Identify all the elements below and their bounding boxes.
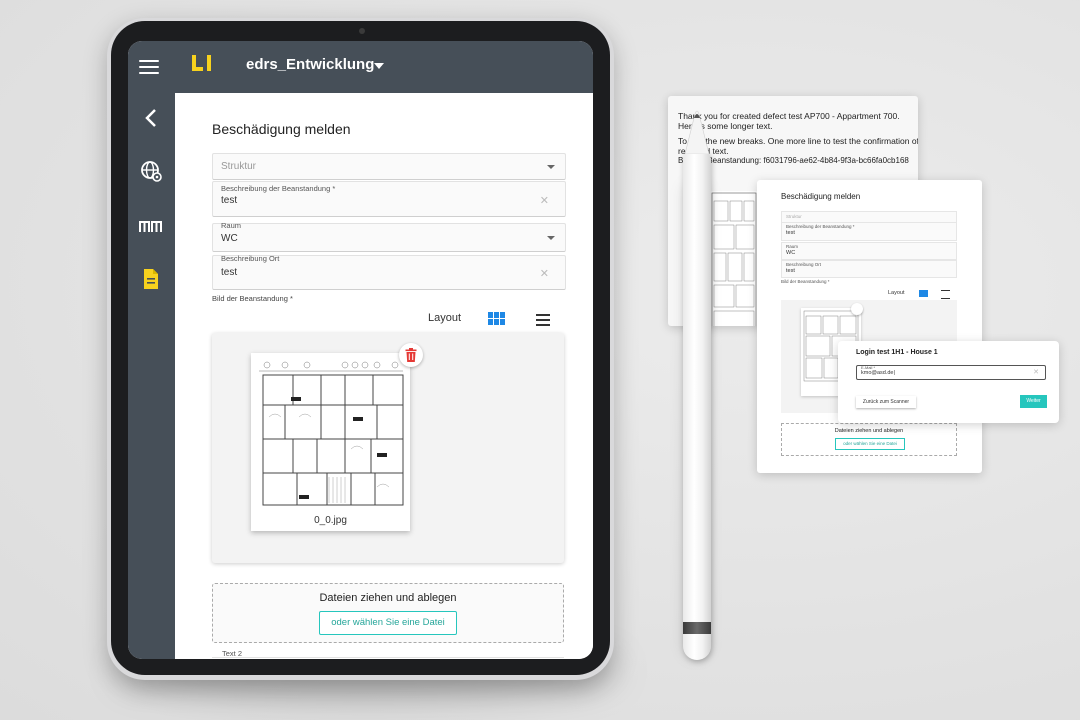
mini-struktur-placeholder: Struktur	[786, 214, 802, 219]
tablet-device: edrs_Entwicklung Beschädigung melden Str…	[107, 18, 614, 680]
struktur-select[interactable]: Struktur	[212, 153, 566, 180]
app-logo	[192, 55, 211, 71]
choose-file-button[interactable]: oder wählen Sie eine Datei	[319, 611, 457, 635]
text2-field[interactable]	[212, 657, 564, 659]
mini-beschreibung-label: Beschreibung der Beanstandung *	[786, 224, 855, 229]
mini-form-panel: Beschädigung melden Struktur Beschreibun…	[757, 180, 982, 473]
image-panel: 0_0.jpg	[212, 333, 564, 563]
beschreibung-value: test	[221, 195, 238, 206]
grid-view-icon[interactable]	[919, 290, 928, 297]
email-value: kmo@asd.de|	[861, 370, 895, 376]
login-dialog: Login test 1H1 - House 1 E-Mail * kmo@as…	[838, 341, 1059, 423]
app-topbar: edrs_Entwicklung	[128, 41, 593, 93]
mini-ort-field[interactable]: Beschreibung Ort test	[781, 260, 957, 278]
email-line: Bild der Beanstandung: f6031796-ae62-4b8…	[678, 156, 909, 165]
mini-layout-label: Layout	[888, 290, 905, 296]
mini-beschreibung-field[interactable]: Beschreibung der Beanstandung * test	[781, 222, 957, 241]
mini-form-title: Beschädigung melden	[781, 192, 861, 201]
beschreibung-label: Beschreibung der Beanstandung *	[221, 184, 336, 193]
tablet-bezel: edrs_Entwicklung Beschädigung melden Str…	[111, 21, 610, 675]
login-title: Login test 1H1 - House 1	[856, 349, 938, 356]
ort-label: Beschreibung Ort	[221, 254, 280, 263]
main-content: Beschädigung melden Struktur Beschreibun…	[175, 93, 593, 659]
trash-icon[interactable]	[851, 303, 863, 315]
ort-field[interactable]: Beschreibung Ort test ✕	[212, 254, 566, 290]
mini-beschreibung-value: test	[786, 230, 795, 236]
mini-bild-label: Bild der Beanstandung *	[781, 279, 830, 284]
dropzone-title: Dateien ziehen und ablegen	[319, 592, 457, 604]
raum-select[interactable]: Raum WC	[212, 221, 566, 252]
floor-plan-thumbnail	[710, 191, 758, 326]
mini-raum-value: WC	[786, 250, 796, 256]
camera-dot	[359, 28, 365, 34]
email-field[interactable]: E-Mail * kmo@asd.de| ✕	[856, 365, 1046, 380]
clear-icon[interactable]: ✕	[540, 194, 549, 207]
chevron-down-icon	[547, 165, 555, 169]
floor-plan-image	[255, 357, 406, 511]
chevron-down-icon	[547, 236, 555, 240]
back-arrow-icon[interactable]	[139, 106, 163, 130]
list-view-icon[interactable]	[941, 290, 950, 299]
mini-raum-select[interactable]: Raum WC	[781, 242, 957, 260]
trash-icon[interactable]	[399, 343, 423, 367]
raum-value: WC	[221, 233, 238, 244]
image-thumbnail-card[interactable]: 0_0.jpg	[251, 353, 410, 531]
mini-choose-file-button[interactable]: oder wählen Sie eine Datei	[835, 438, 905, 450]
mini-ort-value: test	[786, 268, 795, 274]
hamburger-menu-icon[interactable]	[139, 60, 159, 74]
next-button[interactable]: Weiter	[1020, 395, 1047, 408]
ort-value: test	[221, 267, 238, 278]
clear-icon[interactable]: ✕	[540, 267, 549, 280]
list-view-icon[interactable]	[532, 314, 550, 326]
bild-label: Bild der Beanstandung *	[212, 294, 293, 303]
grid-view-icon[interactable]	[488, 312, 505, 326]
pencil-band	[683, 622, 711, 634]
mini-dropzone[interactable]: Dateien ziehen und ablegen oder wählen S…	[781, 423, 957, 456]
mini-raum-label: Raum	[786, 244, 799, 249]
document-icon[interactable]	[139, 267, 163, 291]
layout-label: Layout	[428, 312, 462, 324]
stylus-pencil	[683, 150, 711, 660]
raum-label: Raum	[221, 221, 242, 230]
clear-icon[interactable]: ✕	[1033, 368, 1039, 376]
struktur-placeholder: Struktur	[221, 161, 257, 172]
image-filename: 0_0.jpg	[314, 515, 347, 526]
mini-ort-label: Beschreibung Ort	[786, 262, 822, 267]
beschreibung-field[interactable]: Beschreibung der Beanstandung * test ✕	[212, 181, 566, 217]
file-dropzone[interactable]: Dateien ziehen und ablegen oder wählen S…	[212, 583, 564, 643]
pencil-tip	[684, 110, 710, 154]
page-title: Beschädigung melden	[212, 121, 351, 137]
tablet-screen: edrs_Entwicklung Beschädigung melden Str…	[128, 41, 593, 659]
mm-icon[interactable]	[139, 214, 163, 238]
sidebar	[128, 93, 175, 659]
globe-gear-icon[interactable]	[139, 159, 163, 183]
mini-dropzone-title: Dateien ziehen und ablegen	[834, 428, 904, 434]
email-line: To test the new breaks. One more line to…	[678, 136, 918, 146]
back-to-scanner-button[interactable]: Zurück zum Scanner	[856, 396, 916, 408]
chevron-down-icon[interactable]	[374, 63, 384, 69]
email-line: Thank you for created defect test AP700 …	[678, 111, 900, 121]
project-selector[interactable]: edrs_Entwicklung	[246, 56, 374, 73]
